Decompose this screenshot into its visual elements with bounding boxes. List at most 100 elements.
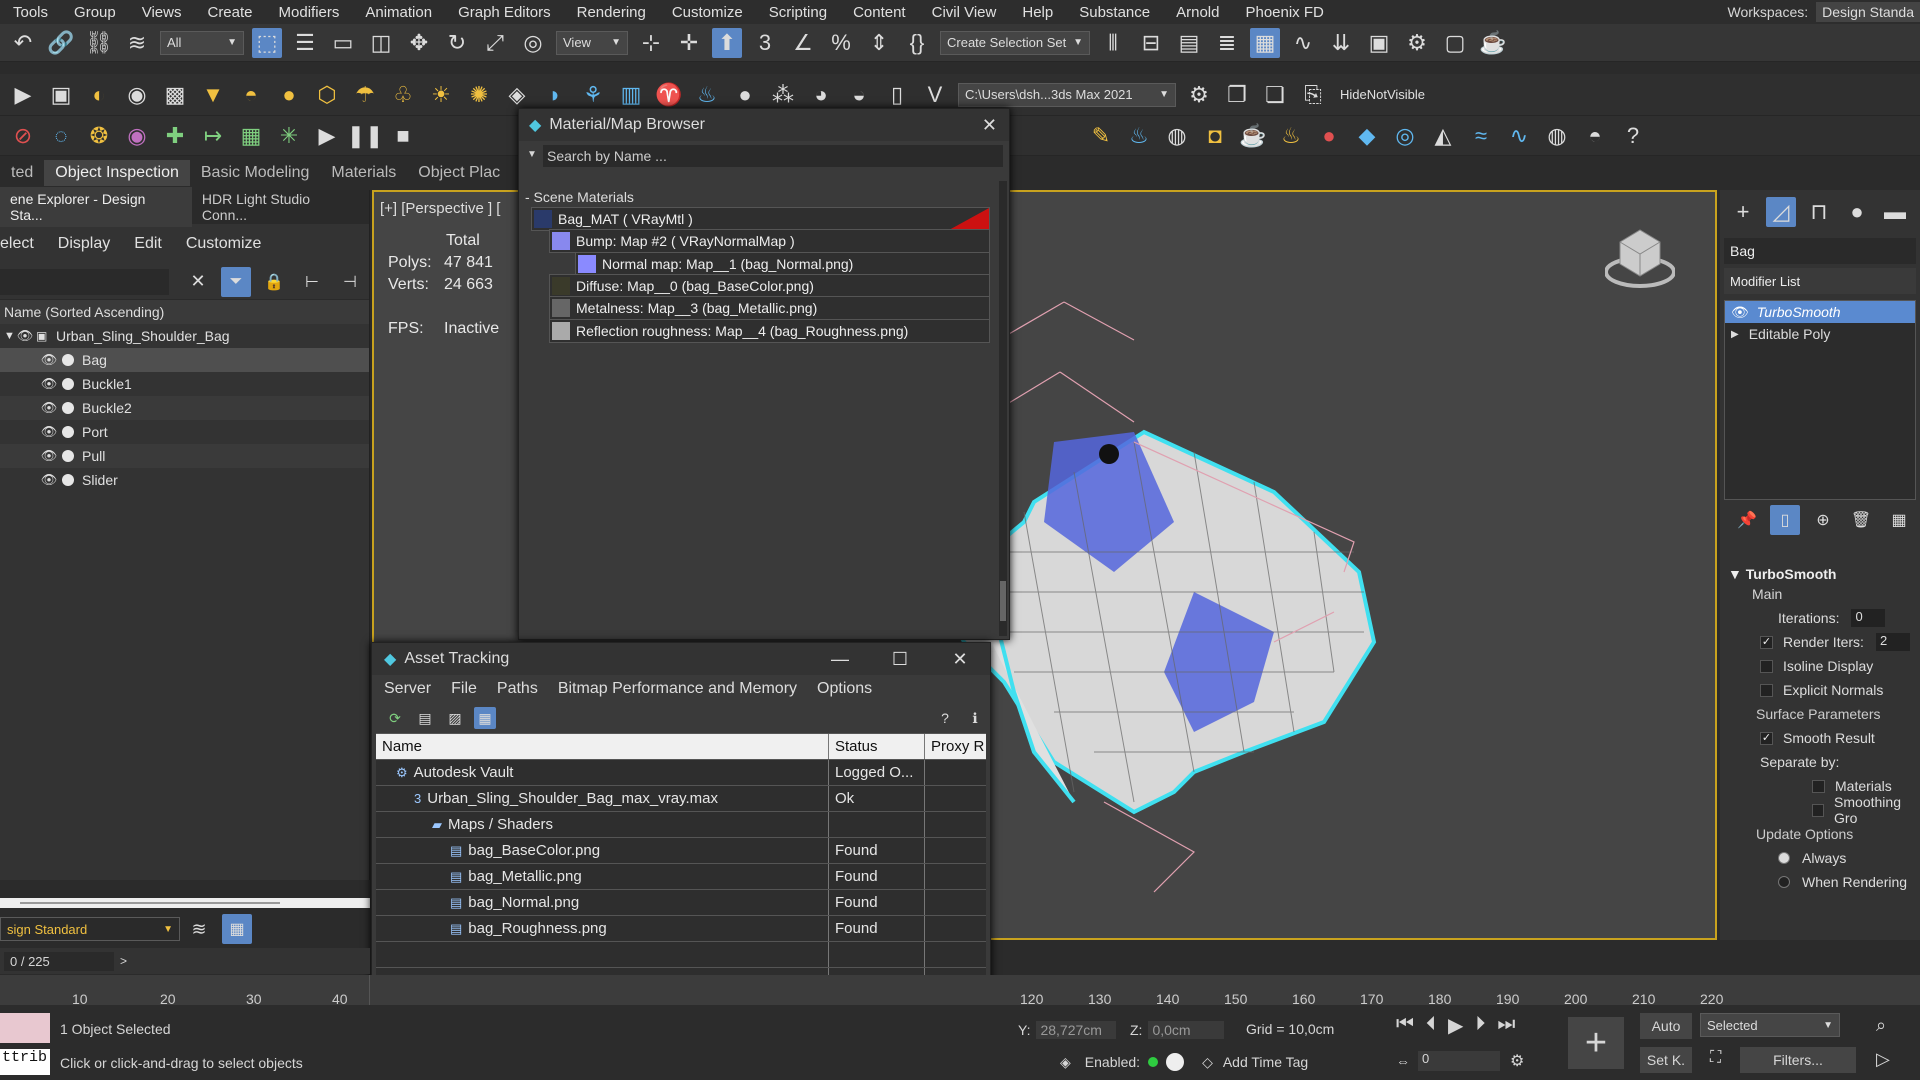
- move-icon[interactable]: ✥: [404, 28, 434, 58]
- zoom-icon[interactable]: ⌕: [1876, 1015, 1886, 1036]
- drop-icon[interactable]: ◌: [46, 121, 76, 151]
- sun-icon[interactable]: ☀: [426, 80, 456, 110]
- thumbnail-view-icon[interactable]: ▨: [444, 707, 466, 729]
- isolate-toggle-icon[interactable]: [1166, 1053, 1185, 1071]
- tree-item-buckle2[interactable]: 👁 Buckle2: [0, 396, 369, 420]
- material-ball-icon[interactable]: ◕: [806, 80, 836, 110]
- eye-icon[interactable]: 👁: [38, 472, 60, 488]
- green-star-icon[interactable]: ✳: [274, 121, 304, 151]
- grid-object-icon[interactable]: ▥: [616, 80, 646, 110]
- asset-row[interactable]: ▤ bag_Normal.png Found: [376, 890, 986, 916]
- menu-substance[interactable]: Substance: [1066, 4, 1163, 21]
- tree-root-row[interactable]: ▼ 👁 ▣ Urban_Sling_Shoulder_Bag: [0, 324, 369, 348]
- modify-tab-icon[interactable]: ◿: [1766, 197, 1796, 227]
- clear-icon[interactable]: ✕: [183, 267, 213, 297]
- mesh-light-icon[interactable]: ⬡: [312, 80, 342, 110]
- hierarchy-icon[interactable]: ⊢: [297, 267, 327, 297]
- purple-tool-icon[interactable]: ◉: [122, 121, 152, 151]
- eye-icon[interactable]: 👁: [38, 400, 60, 416]
- dome-light-icon[interactable]: ◓: [236, 80, 266, 110]
- orbit-icon[interactable]: ▷: [1876, 1049, 1890, 1070]
- scene-materials-header[interactable]: - Scene Materials: [525, 189, 634, 205]
- project-path-dropdown[interactable]: C:\Users\dsh...3ds Max 2021 ▼: [958, 82, 1176, 107]
- phoenix-ocean-icon[interactable]: ≈: [1466, 121, 1496, 151]
- render-iters-checkbox[interactable]: ✓: [1760, 635, 1773, 649]
- light-icon[interactable]: ▼: [198, 80, 228, 110]
- rect-selection-icon[interactable]: ▭: [328, 28, 358, 58]
- maxscript-listener[interactable]: [0, 1013, 50, 1043]
- tab-object-placement[interactable]: Object Plac: [407, 160, 511, 186]
- render-iters-spinner[interactable]: 2: [1875, 633, 1910, 651]
- menu-scripting[interactable]: Scripting: [756, 4, 840, 21]
- tree-item-buckle1[interactable]: 👁 Buckle1: [0, 372, 369, 396]
- menu-customize[interactable]: Customize: [659, 4, 756, 21]
- display-tab-icon[interactable]: ▬: [1880, 197, 1910, 227]
- tree-item-slider[interactable]: 👁 Slider: [0, 468, 369, 492]
- angle-snap-icon[interactable]: ∠: [788, 28, 818, 58]
- close-icon[interactable]: ✕: [930, 649, 990, 670]
- phoenix-bucket-icon[interactable]: ◘: [1200, 121, 1230, 151]
- menu-bitmap-performance[interactable]: Bitmap Performance and Memory: [558, 680, 797, 698]
- time-config-icon[interactable]: ⚙: [1510, 1051, 1524, 1071]
- tree-item-port[interactable]: 👁 Port: [0, 420, 369, 444]
- add-time-tag[interactable]: Add Time Tag: [1223, 1054, 1308, 1070]
- next-frame-icon[interactable]: >: [120, 954, 127, 968]
- scene-search-input[interactable]: [0, 268, 169, 295]
- phoenix-red-icon[interactable]: ●: [1314, 121, 1344, 151]
- hierarchy-tab-icon[interactable]: ⊓: [1804, 197, 1834, 227]
- red-tool-icon[interactable]: ⊘: [8, 121, 38, 151]
- always-radio[interactable]: [1778, 852, 1790, 864]
- asset-row[interactable]: ▤ bag_BaseColor.png Found: [376, 838, 986, 864]
- eye-icon[interactable]: 👁: [38, 352, 60, 368]
- tab-scene-explorer[interactable]: ene Explorer - Design Sta...: [0, 187, 192, 227]
- viewport-label[interactable]: [+] [Perspective ] [: [380, 200, 500, 217]
- next-key-icon[interactable]: ⏵: [1475, 1013, 1485, 1038]
- explicit-normals-checkbox[interactable]: [1760, 683, 1773, 697]
- play-icon[interactable]: ▶: [312, 121, 342, 151]
- smooth-result-checkbox[interactable]: ✓: [1760, 731, 1773, 745]
- eye-icon[interactable]: 👁: [38, 424, 60, 440]
- select-manipulate-icon[interactable]: ✛: [674, 28, 704, 58]
- render-frame-icon[interactable]: ▢: [1440, 28, 1470, 58]
- select-by-name-icon[interactable]: ☰: [290, 28, 320, 58]
- phoenix-blue-icon[interactable]: ◆: [1352, 121, 1382, 151]
- tab-created[interactable]: ted: [0, 160, 44, 186]
- help-info-icon[interactable]: ℹ: [964, 707, 986, 729]
- menu-arnold[interactable]: Arnold: [1163, 4, 1232, 21]
- menu-phoenix-fd[interactable]: Phoenix FD: [1232, 4, 1336, 21]
- timeline-ruler[interactable]: 10 20 30 40 120 130 140 150 160 170 180 …: [0, 975, 1920, 1007]
- material-editor-icon[interactable]: ▣: [1364, 28, 1394, 58]
- schematic-view-icon[interactable]: ⇊: [1326, 28, 1356, 58]
- pause-icon[interactable]: ❚❚: [347, 121, 384, 151]
- export-icon[interactable]: ⎘: [1298, 80, 1328, 110]
- unlink-icon[interactable]: ⛓: [84, 28, 114, 58]
- motion-tab-icon[interactable]: ●: [1842, 197, 1872, 227]
- asset-row[interactable]: ▤ bag_Metallic.png Found: [376, 864, 986, 890]
- material-tree-item[interactable]: Reflection roughness: Map__4 (bag_Roughn…: [549, 318, 990, 343]
- set-key-big-icon[interactable]: +: [1568, 1017, 1624, 1069]
- menu-tools[interactable]: Tools: [0, 4, 61, 21]
- filter-icon[interactable]: ⏷: [221, 266, 251, 297]
- key-filters-icon[interactable]: ⛶: [1710, 1049, 1721, 1067]
- settings-gear-icon[interactable]: ⚙: [1184, 80, 1214, 110]
- y-coordinate-field[interactable]: 28,727cm: [1036, 1021, 1117, 1039]
- stack-item-editable-poly[interactable]: ▶ Editable Poly: [1725, 323, 1915, 345]
- frame-buffer-icon[interactable]: ▯: [882, 80, 912, 110]
- film-icon[interactable]: ▩: [160, 80, 190, 110]
- menu-group[interactable]: Group: [61, 4, 129, 21]
- menu-select[interactable]: elect: [0, 235, 34, 253]
- remove-modifier-icon[interactable]: 🗑: [1846, 505, 1876, 535]
- column-header-name[interactable]: Name (Sorted Ascending): [0, 300, 369, 324]
- spinner-snap-icon[interactable]: ⇕: [864, 28, 894, 58]
- phoenix-wave-icon[interactable]: ∿: [1504, 121, 1534, 151]
- stop-icon[interactable]: ■: [388, 121, 418, 151]
- show-end-result-icon[interactable]: ▯: [1770, 505, 1800, 535]
- layer-dropdown[interactable]: sign Standard ▼: [0, 917, 180, 941]
- mmb-titlebar[interactable]: ◆ Material/Map Browser ✕: [519, 109, 1009, 141]
- keyboard-shortcut-icon[interactable]: ⬆: [712, 27, 742, 58]
- tree-item-pull[interactable]: 👁 Pull: [0, 444, 369, 468]
- tab-object-inspection[interactable]: Object Inspection: [44, 160, 190, 186]
- tab-basic-modeling[interactable]: Basic Modeling: [190, 160, 321, 186]
- z-coordinate-field[interactable]: 0,0cm: [1148, 1021, 1225, 1039]
- camera-icon[interactable]: ◉: [122, 80, 152, 110]
